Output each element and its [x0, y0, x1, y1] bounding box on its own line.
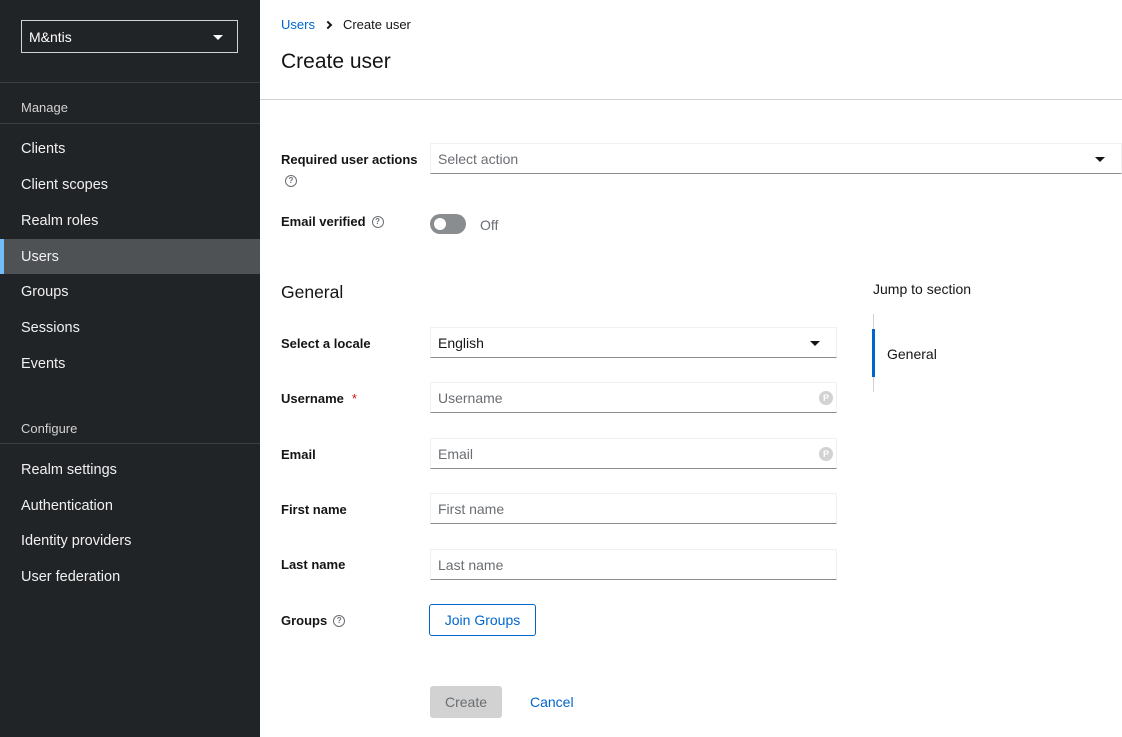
sidebar: M&ntis Manage Clients Client scopes Real… [0, 0, 260, 737]
email-verified-label: Email verified ? [281, 214, 384, 229]
email-verified-state: Off [480, 217, 499, 233]
breadcrumb: Users Create user [281, 17, 411, 32]
chevron-right-icon [323, 20, 333, 29]
password-manager-icon[interactable]: P [819, 391, 833, 405]
create-button[interactable]: Create [430, 686, 502, 718]
help-circle-icon[interactable]: ? [371, 215, 384, 228]
jump-to-section-title: Jump to section [873, 281, 972, 297]
realm-selector[interactable]: M&ntis [21, 20, 238, 53]
last-name-label: Last name [281, 557, 345, 572]
page-header: Users Create user Create user [260, 0, 1122, 100]
email-verified-toggle[interactable] [430, 214, 466, 234]
caret-down-icon [213, 35, 223, 40]
sidebar-item-label: Realm settings [21, 461, 117, 478]
username-input[interactable] [430, 382, 837, 413]
password-manager-icon[interactable]: P [819, 447, 833, 461]
sidebar-item-groups[interactable]: Groups [0, 274, 260, 309]
sidebar-item-user-federation[interactable]: User federation [0, 559, 260, 594]
sidebar-section-configure: Configure [21, 421, 78, 436]
first-name-label: First name [281, 502, 347, 517]
last-name-input[interactable] [430, 549, 837, 580]
sidebar-item-identity-providers[interactable]: Identity providers [0, 523, 260, 558]
sidebar-divider [0, 443, 260, 444]
caret-down-icon [810, 341, 820, 346]
sidebar-item-realm-roles[interactable]: Realm roles [0, 203, 260, 238]
sidebar-item-label: Groups [21, 283, 69, 300]
last-name-label-text: Last name [281, 557, 346, 572]
sidebar-item-label: Events [21, 355, 66, 372]
required-actions-select[interactable]: Select action [430, 143, 1122, 174]
join-groups-button[interactable]: Join Groups [429, 604, 536, 636]
breadcrumb-link-users[interactable]: Users [281, 17, 315, 32]
sidebar-item-sessions[interactable]: Sessions [0, 310, 260, 345]
sidebar-item-users[interactable]: Users [0, 239, 260, 274]
sidebar-section-manage: Manage [21, 100, 68, 115]
required-mark: * [351, 391, 357, 406]
sidebar-item-label: User federation [21, 568, 121, 585]
required-actions-label: Required user actions [281, 152, 418, 167]
section-title-general: General [281, 282, 344, 302]
first-name-input[interactable] [430, 493, 837, 524]
realm-name: M&ntis [29, 28, 72, 45]
groups-label: Groups ? [281, 613, 346, 628]
sidebar-item-client-scopes[interactable]: Client scopes [0, 167, 260, 202]
sidebar-item-label: Client scopes [21, 176, 109, 193]
caret-down-icon [1095, 157, 1105, 162]
page-title: Create user [281, 50, 391, 73]
required-actions-placeholder: Select action [438, 150, 519, 167]
groups-label-text: Groups [281, 613, 328, 628]
sidebar-item-clients[interactable]: Clients [0, 131, 260, 166]
required-actions-label-text: Required user actions [281, 152, 418, 167]
cancel-button[interactable]: Cancel [530, 694, 574, 710]
help-circle-icon[interactable]: ? [285, 175, 297, 187]
sidebar-item-label: Users [21, 248, 59, 265]
jump-nav-active-indicator [872, 329, 875, 377]
email-label: Email [281, 447, 316, 462]
locale-label-text: Select a locale [281, 336, 371, 351]
sidebar-item-realm-settings[interactable]: Realm settings [0, 452, 260, 487]
username-label-text: Username [281, 391, 344, 406]
sidebar-item-authentication[interactable]: Authentication [0, 488, 260, 523]
sidebar-item-label: Clients [21, 140, 66, 157]
locale-value: English [438, 334, 484, 351]
locale-select[interactable]: English [430, 327, 837, 358]
first-name-label-text: First name [281, 502, 347, 517]
jump-link-general[interactable]: General [887, 346, 937, 362]
sidebar-item-events[interactable]: Events [0, 346, 260, 381]
sidebar-item-label: Sessions [21, 319, 80, 336]
username-label: Username * [281, 391, 357, 406]
email-label-text: Email [281, 447, 316, 462]
sidebar-item-label: Realm roles [21, 212, 99, 229]
locale-label: Select a locale [281, 336, 371, 351]
help-circle-icon[interactable]: ? [333, 614, 346, 627]
email-verified-label-text: Email verified [281, 214, 366, 229]
sidebar-item-label: Identity providers [21, 532, 132, 549]
sidebar-item-label: Authentication [21, 497, 113, 514]
sidebar-divider [0, 82, 260, 83]
email-input[interactable] [430, 438, 837, 469]
sidebar-divider [0, 123, 260, 124]
breadcrumb-current: Create user [342, 17, 411, 32]
